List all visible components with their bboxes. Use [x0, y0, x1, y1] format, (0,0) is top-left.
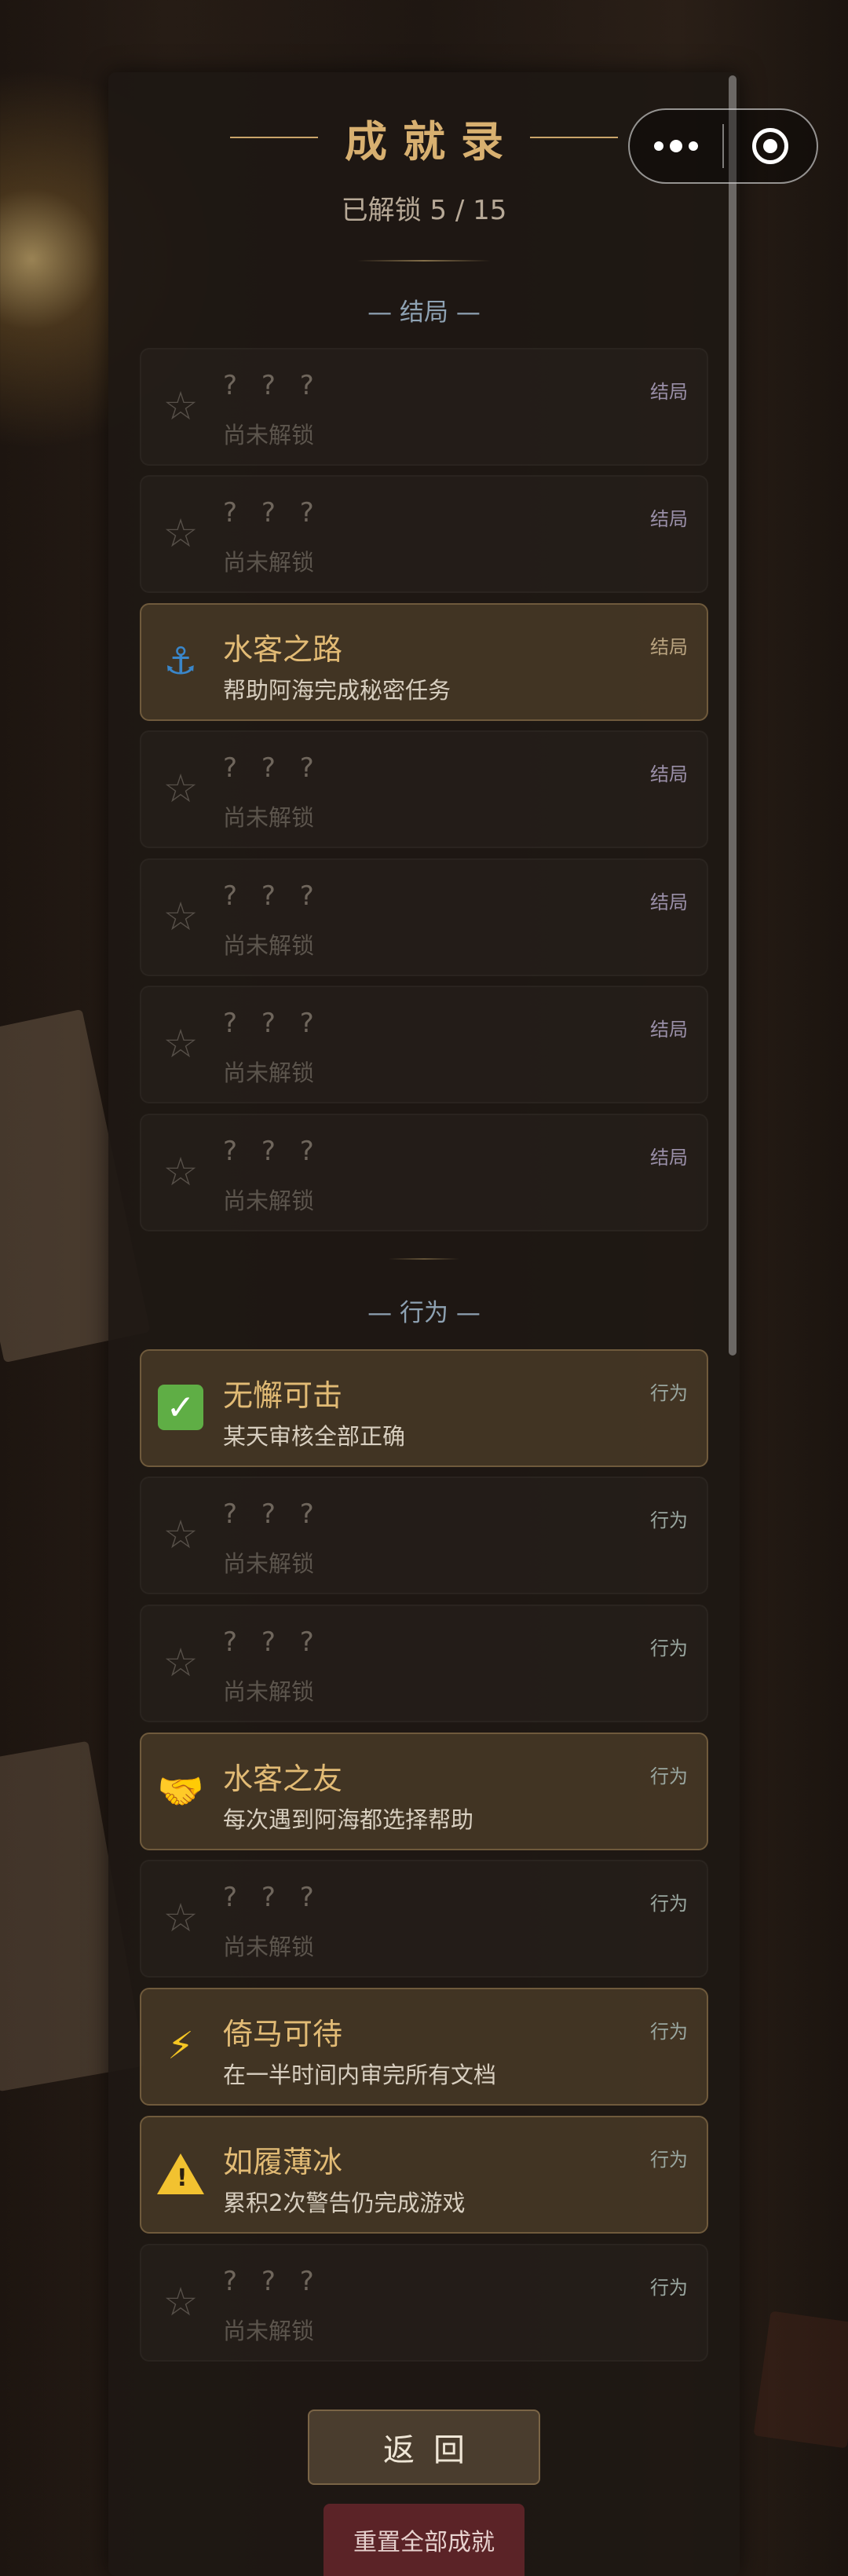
achievement-description: 尚未解锁: [223, 549, 315, 576]
achievement-description: 尚未解锁: [223, 422, 315, 448]
star-outline-icon: ☆: [163, 1021, 199, 1067]
star-outline-icon: ☆: [163, 1640, 199, 1685]
achievement-description: 尚未解锁: [223, 1187, 315, 1214]
achievement-card[interactable]: ☆ ? ? ? 尚未解锁 结局: [140, 730, 708, 848]
title-line-right: [530, 137, 618, 138]
achievement-category-tag: 行为: [650, 1766, 688, 1787]
achievement-name: ? ? ?: [223, 1626, 322, 1658]
star-outline-icon: ☆: [163, 510, 199, 556]
achievement-description: 尚未解锁: [223, 1934, 315, 1960]
achievement-name: ? ? ?: [223, 1882, 322, 1913]
achievement-category-tag: 行为: [650, 1893, 688, 1915]
achievement-name: 如履薄冰: [223, 2145, 343, 2179]
achievement-card[interactable]: 🤝 水客之友每次遇到阿海都选择帮助 行为: [140, 1733, 708, 1850]
achievement-card[interactable]: ☆ ? ? ? 尚未解锁 行为: [140, 1860, 708, 1978]
achievement-category-tag: 结局: [650, 1147, 688, 1169]
green-check-icon: ✓: [155, 1382, 206, 1433]
lightning-icon: ⚡: [167, 2024, 194, 2068]
achievement-category-tag: 结局: [650, 508, 688, 530]
anchor-icon: ⚓: [163, 639, 198, 683]
star-outline-icon: ☆: [163, 894, 199, 939]
achievement-card[interactable]: ☆ ? ? ? 尚未解锁 结局: [140, 1114, 708, 1231]
reset-achievements-button[interactable]: 重置全部成就: [323, 2504, 525, 2576]
achievement-category-tag: 结局: [650, 381, 688, 403]
achievement-name: 无懈可击: [223, 1378, 343, 1413]
achievement-category-tag: 行为: [650, 1382, 688, 1404]
achievement-description: 每次遇到阿海都选择帮助: [223, 1806, 474, 1833]
title-line-left: [230, 137, 318, 138]
achievement-name: 倚马可待: [223, 2017, 343, 2051]
achievement-name: ? ? ?: [223, 370, 322, 401]
achievement-card[interactable]: ☆ ? ? ? 尚未解锁 结局: [140, 858, 708, 976]
achievement-description: 尚未解锁: [223, 2318, 315, 2344]
achievement-card[interactable]: ☆ ? ? ? 尚未解锁 行为: [140, 1605, 708, 1722]
achievement-card[interactable]: ☆ ? ? ? 尚未解锁 结局: [140, 986, 708, 1103]
star-outline-icon: ☆: [163, 1512, 199, 1557]
achievement-category-tag: 结局: [650, 636, 688, 658]
achievement-description: 尚未解锁: [223, 1059, 315, 1086]
achievement-description: 累积2次警告仍完成游戏: [223, 2190, 466, 2216]
achievement-description: 某天审核全部正确: [223, 1423, 406, 1450]
achievement-name: ? ? ?: [223, 1136, 322, 1167]
achievement-name: ? ? ?: [223, 1498, 322, 1530]
handshake-icon: 🤝: [157, 1769, 204, 1813]
achievement-card[interactable]: ☆ ? ? ? 尚未解锁 结局: [140, 475, 708, 593]
achievement-category-tag: 结局: [650, 1019, 688, 1041]
achievement-description: 尚未解锁: [223, 1550, 315, 1577]
section-title-behavior: — 行为 —: [367, 1299, 481, 1327]
achievement-card[interactable]: ✓ 无懈可击某天审核全部正确 行为: [140, 1349, 708, 1467]
star-outline-icon: ☆: [163, 383, 199, 429]
achievement-category-tag: 行为: [650, 2149, 688, 2171]
achievement-category-tag: 行为: [650, 1637, 688, 1659]
star-outline-icon: ☆: [163, 1149, 199, 1195]
achievement-card[interactable]: ☆ ? ? ? 尚未解锁 行为: [140, 2244, 708, 2362]
scrollbar[interactable]: [729, 75, 737, 1356]
achievement-description: 帮助阿海完成秘密任务: [223, 677, 451, 704]
title-row: 成就录: [108, 110, 740, 166]
achievement-category-tag: 结局: [650, 891, 688, 913]
page-title: 成就录: [345, 116, 519, 166]
unlock-progress: 已解锁 5 / 15: [341, 195, 507, 226]
achievement-card[interactable]: ⚡ 倚马可待在一半时间内审完所有文档 行为: [140, 1988, 708, 2106]
achievement-category-tag: 行为: [650, 2021, 688, 2043]
achievement-category-tag: 行为: [650, 1509, 688, 1531]
achievement-name: ? ? ?: [223, 1008, 322, 1039]
achievement-name: ? ? ?: [223, 880, 322, 912]
star-outline-icon: ☆: [163, 766, 199, 811]
achievement-description: 尚未解锁: [223, 804, 315, 831]
achievement-category-tag: 结局: [650, 763, 688, 785]
section-title-ending: — 结局 —: [367, 298, 481, 327]
achievement-name: ? ? ?: [223, 497, 322, 529]
achievement-name: 水客之友: [223, 1762, 343, 1796]
achievement-description: 尚未解锁: [223, 1678, 315, 1705]
achievement-name: ? ? ?: [223, 752, 322, 784]
warning-icon: !: [155, 2149, 206, 2199]
achievement-category-tag: 行为: [650, 2277, 688, 2299]
back-button[interactable]: 返回: [308, 2410, 540, 2485]
achievement-card[interactable]: ☆ ? ? ? 尚未解锁 行为: [140, 1476, 708, 1594]
achievement-card[interactable]: ! 如履薄冰累积2次警告仍完成游戏 行为: [140, 2116, 708, 2234]
achievement-card[interactable]: ⚓ 水客之路帮助阿海完成秘密任务 结局: [140, 603, 708, 721]
background-stamp: [753, 2311, 848, 2449]
target-circle-icon: [752, 128, 788, 164]
achievement-description: 尚未解锁: [223, 932, 315, 959]
achievement-name: 水客之路: [223, 632, 343, 667]
header-divider: [357, 260, 491, 262]
achievement-description: 在一半时间内审完所有文档: [223, 2062, 497, 2088]
star-outline-icon: ☆: [163, 2279, 199, 2325]
achievement-card[interactable]: ☆ ? ? ? 尚未解锁 结局: [140, 348, 708, 466]
achievement-name: ? ? ?: [223, 2266, 322, 2297]
section-divider: [389, 1258, 459, 1260]
star-outline-icon: ☆: [163, 1895, 199, 1941]
